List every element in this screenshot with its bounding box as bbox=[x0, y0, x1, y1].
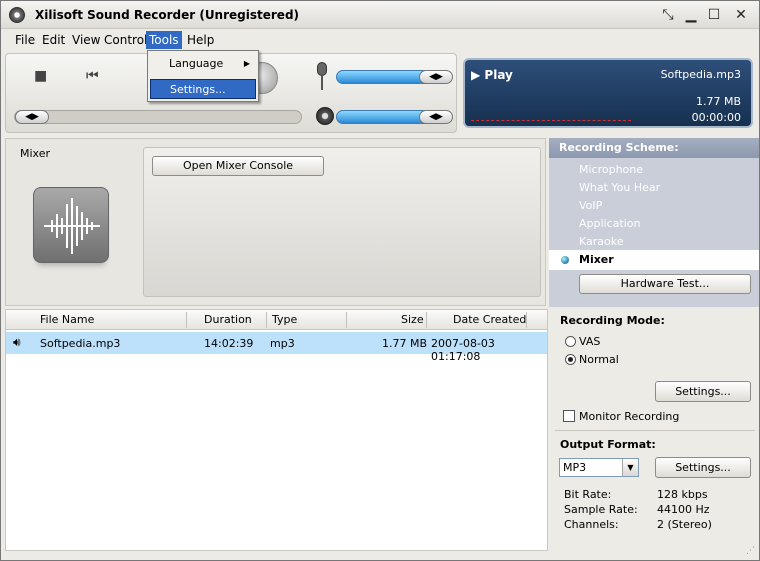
hardware-test-button[interactable]: Hardware Test... bbox=[579, 274, 751, 294]
col-date-created[interactable]: Date Created bbox=[453, 313, 526, 326]
menu-tools[interactable]: Tools bbox=[146, 31, 182, 49]
speaker-icon bbox=[316, 107, 334, 125]
output-settings-button[interactable]: Settings... bbox=[655, 457, 751, 478]
output-format-value: MP3 bbox=[563, 461, 587, 474]
row-file-name: Softpedia.mp3 bbox=[40, 337, 121, 350]
tools-dropdown: Language ▶ Settings... bbox=[147, 50, 259, 102]
mixer-label: Mixer bbox=[20, 147, 51, 160]
col-file-name[interactable]: File Name bbox=[40, 313, 94, 326]
menu-file[interactable]: File bbox=[15, 33, 35, 47]
speaker-volume-thumb[interactable]: ◀▶ bbox=[419, 110, 453, 124]
recording-scheme-title: Recording Scheme: bbox=[549, 138, 759, 158]
scheme-item-voip[interactable]: VoIP bbox=[579, 199, 602, 212]
divider bbox=[555, 430, 755, 431]
speaker-volume-slider[interactable]: ◀▶ bbox=[336, 110, 453, 124]
output-format-title: Output Format: bbox=[560, 438, 656, 451]
display-time: 00:00:00 bbox=[691, 111, 741, 124]
selected-dot-icon bbox=[561, 256, 569, 264]
mixer-area: Open Mixer Console bbox=[143, 147, 541, 297]
window-title: Xilisoft Sound Recorder (Unregistered) bbox=[35, 8, 300, 22]
normal-label: Normal bbox=[579, 353, 619, 366]
col-type[interactable]: Type bbox=[272, 313, 297, 326]
close-icon[interactable]: ✕ bbox=[732, 6, 750, 24]
recording-scheme-panel: Recording Scheme: Microphone What You He… bbox=[549, 138, 759, 307]
language-label: Language bbox=[169, 57, 224, 70]
output-format-select[interactable]: MP3 ▼ bbox=[559, 458, 639, 477]
vas-label: VAS bbox=[579, 335, 601, 348]
scheme-item-what-you-hear[interactable]: What You Hear bbox=[579, 181, 660, 194]
row-duration: 14:02:39 bbox=[204, 337, 254, 350]
microphone-icon bbox=[317, 62, 329, 94]
stop-icon[interactable]: ■ bbox=[34, 68, 47, 84]
table-row[interactable]: 🔊︎ Softpedia.mp3 14:02:39 mp3 1.77 MB 20… bbox=[6, 332, 547, 363]
row-type: mp3 bbox=[270, 337, 295, 350]
seek-slider[interactable]: ◀▶ bbox=[14, 110, 302, 124]
scheme-item-karaoke[interactable]: Karaoke bbox=[579, 235, 624, 248]
menu-view[interactable]: View bbox=[72, 33, 100, 47]
scheme-active-label: Mixer bbox=[579, 253, 614, 266]
sample-rate-label: Sample Rate: bbox=[564, 503, 638, 516]
col-size[interactable]: Size bbox=[401, 313, 424, 326]
settings-label: Settings... bbox=[170, 83, 226, 96]
play-status: ▶ Play bbox=[471, 68, 513, 82]
mic-volume-slider[interactable]: ◀▶ bbox=[336, 70, 453, 84]
menu-bar: File Edit View Control Tools Help bbox=[1, 30, 759, 50]
monitor-recording-label: Monitor Recording bbox=[579, 410, 680, 423]
file-list: File Name Duration Type Size Date Create… bbox=[5, 309, 548, 551]
sample-rate-value: 44100 Hz bbox=[657, 503, 710, 516]
seek-slider-thumb[interactable]: ◀▶ bbox=[15, 110, 49, 124]
title-bar: Xilisoft Sound Recorder (Unregistered) ⤡… bbox=[1, 1, 759, 29]
display-size: 1.77 MB bbox=[695, 95, 741, 108]
display-file-name: Softpedia.mp3 bbox=[660, 68, 741, 81]
channels-value: 2 (Stereo) bbox=[657, 518, 712, 531]
level-line bbox=[471, 120, 631, 121]
radio-normal[interactable] bbox=[565, 354, 576, 365]
bit-rate-label: Bit Rate: bbox=[564, 488, 612, 501]
open-mixer-console-button[interactable]: Open Mixer Console bbox=[152, 156, 324, 176]
menu-item-language[interactable]: Language ▶ bbox=[150, 54, 256, 74]
speaker-icon: 🔊︎ bbox=[13, 335, 21, 349]
waveform-icon bbox=[33, 187, 109, 263]
radio-vas[interactable] bbox=[565, 336, 576, 347]
resize-grip-icon[interactable]: ⋰ bbox=[746, 546, 755, 556]
app-icon bbox=[9, 7, 25, 23]
menu-edit[interactable]: Edit bbox=[42, 33, 65, 47]
scheme-item-microphone[interactable]: Microphone bbox=[579, 163, 643, 176]
submenu-arrow-icon: ▶ bbox=[243, 59, 250, 68]
menu-help[interactable]: Help bbox=[187, 33, 214, 47]
row-size: 1.77 MB bbox=[382, 337, 428, 350]
status-display: ▶ Play Softpedia.mp3 1.77 MB 00:00:00 bbox=[463, 58, 753, 128]
menu-item-settings[interactable]: Settings... bbox=[150, 79, 256, 99]
mixer-panel: Mixer Open Mixer Console bbox=[5, 138, 546, 306]
bit-rate-value: 128 kbps bbox=[657, 488, 708, 501]
monitor-recording-checkbox[interactable] bbox=[563, 410, 575, 422]
mic-volume-thumb[interactable]: ◀▶ bbox=[419, 70, 453, 84]
app-window: Xilisoft Sound Recorder (Unregistered) ⤡… bbox=[0, 0, 760, 561]
maximize-icon[interactable]: ☐ bbox=[705, 6, 723, 24]
scheme-item-application[interactable]: Application bbox=[579, 217, 640, 230]
rewind-icon[interactable]: ⏮ bbox=[86, 68, 99, 84]
restore-arrow-icon[interactable]: ⤡ bbox=[659, 6, 677, 24]
side-panel: Recording Scheme: Microphone What You He… bbox=[549, 138, 759, 552]
minimize-icon[interactable]: ▁ bbox=[682, 6, 700, 24]
play-status-label: Play bbox=[484, 68, 513, 82]
mode-settings-button[interactable]: Settings... bbox=[655, 381, 751, 402]
col-duration[interactable]: Duration bbox=[204, 313, 252, 326]
menu-control[interactable]: Control bbox=[104, 33, 147, 47]
recording-mode-title: Recording Mode: bbox=[560, 314, 665, 327]
scheme-item-mixer[interactable]: Mixer bbox=[549, 250, 759, 270]
list-header: File Name Duration Type Size Date Create… bbox=[6, 310, 547, 330]
chevron-down-icon[interactable]: ▼ bbox=[622, 459, 638, 476]
channels-label: Channels: bbox=[564, 518, 619, 531]
row-date: 2007-08-03 01:17:08 bbox=[431, 337, 495, 363]
